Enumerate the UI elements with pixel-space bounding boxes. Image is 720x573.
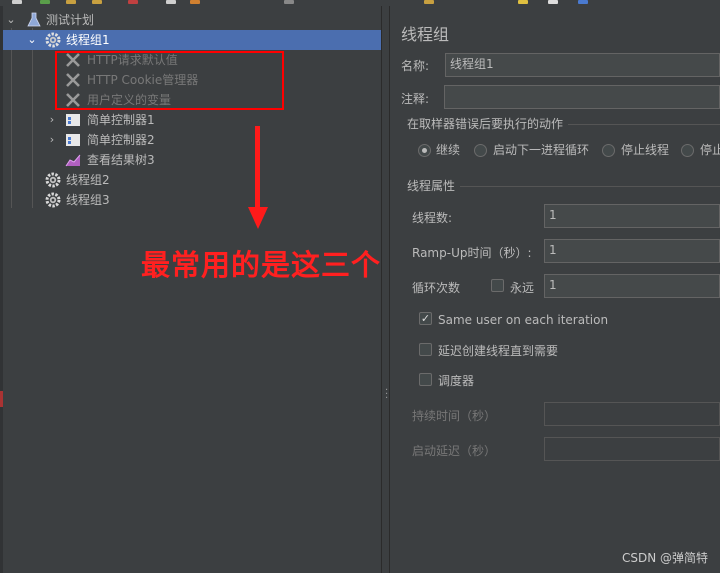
same-user-checkbox[interactable]: ✓ xyxy=(419,312,432,325)
flask-icon xyxy=(27,12,41,27)
controller-icon xyxy=(66,114,80,126)
loop-count-field[interactable]: 1 xyxy=(544,274,720,298)
section-divider xyxy=(568,124,720,125)
tree-node-label: 线程组3 xyxy=(66,193,110,207)
scheduler-checkbox[interactable] xyxy=(419,373,432,386)
chevron-down-icon[interactable]: ⌄ xyxy=(6,13,16,27)
tree-node-label: 简单控制器1 xyxy=(87,113,155,127)
name-label: 名称: xyxy=(401,59,430,73)
radio-start-next-loop[interactable] xyxy=(474,144,487,157)
tree-node-label: 线程组1 xyxy=(66,33,110,47)
name-field[interactable]: 线程组1 xyxy=(445,53,720,77)
comment-label: 注释: xyxy=(401,92,430,106)
duration-field[interactable] xyxy=(544,402,720,426)
chevron-right-icon[interactable]: › xyxy=(47,133,57,147)
radio-continue-label: 继续 xyxy=(436,143,461,157)
radio-stop-thread[interactable] xyxy=(602,144,615,157)
duration-label: 持续时间（秒） xyxy=(412,409,497,423)
toolbar-icon[interactable] xyxy=(128,0,138,4)
delay-create-checkbox[interactable] xyxy=(419,343,432,356)
toolbar-icon[interactable] xyxy=(578,0,588,4)
annotation-arrow-head xyxy=(248,207,268,229)
chevron-down-icon[interactable]: ⌄ xyxy=(27,33,37,47)
thread-group-panel: 线程组 名称: 线程组1 注释: 在取样器错误后要执行的动作 继续 启动下一进程… xyxy=(390,6,720,573)
delay-create-label: 延迟创建线程直到需要 xyxy=(438,344,559,358)
left-gutter xyxy=(0,6,3,573)
tree-node-view-results-tree[interactable]: 查看结果树3 xyxy=(0,150,381,170)
rampup-field[interactable]: 1 xyxy=(544,239,720,263)
thread-props-section-title: 线程属性 xyxy=(407,179,456,193)
tree-node-test-plan[interactable]: ⌄ 测试计划 xyxy=(0,10,381,30)
gutter-marker xyxy=(0,391,3,407)
toolbar-icon[interactable] xyxy=(92,0,102,4)
tree-node-simple-controller-1[interactable]: › 简单控制器1 xyxy=(0,110,381,130)
startup-delay-label: 启动延迟（秒） xyxy=(412,444,497,458)
rampup-label: Ramp-Up时间（秒）: xyxy=(412,246,532,260)
annotation-text: 最常用的是这三个 xyxy=(141,248,382,282)
annotation-arrow xyxy=(255,126,260,211)
section-divider xyxy=(460,186,720,187)
tree-node-label: 测试计划 xyxy=(46,13,95,27)
tree-node-thread-group-3[interactable]: 线程组3 xyxy=(0,190,381,210)
threads-field[interactable]: 1 xyxy=(544,204,720,228)
tree-node-simple-controller-2[interactable]: › 简单控制器2 xyxy=(0,130,381,150)
chart-icon xyxy=(65,154,81,167)
gear-icon xyxy=(45,192,61,208)
same-user-label: Same user on each iteration xyxy=(438,313,609,327)
toolbar-icon[interactable] xyxy=(166,0,176,4)
loop-count-label: 循环次数 xyxy=(412,281,461,295)
comment-field[interactable] xyxy=(444,85,720,109)
radio-stop-test[interactable] xyxy=(681,144,694,157)
tree-node-thread-group-2[interactable]: 线程组2 xyxy=(0,170,381,190)
gear-icon xyxy=(45,32,61,48)
gear-icon xyxy=(45,172,61,188)
tree-node-label: 线程组2 xyxy=(66,173,110,187)
forever-label: 永远 xyxy=(510,281,535,295)
threads-label: 线程数: xyxy=(412,211,453,225)
error-action-section-title: 在取样器错误后要执行的动作 xyxy=(407,117,564,131)
toolbar-icon[interactable] xyxy=(66,0,76,4)
toolbar-icon[interactable] xyxy=(40,0,50,4)
toolbar-icon[interactable] xyxy=(284,0,294,4)
panel-title: 线程组 xyxy=(401,25,450,44)
toolbar-icon[interactable] xyxy=(190,0,200,4)
pane-splitter[interactable]: · · · xyxy=(381,6,390,573)
scheduler-label: 调度器 xyxy=(438,374,475,388)
highlight-box xyxy=(55,51,284,110)
toolbar-icon[interactable] xyxy=(424,0,434,4)
forever-checkbox[interactable] xyxy=(491,279,504,292)
radio-start-next-loop-label: 启动下一进程循环 xyxy=(493,143,590,157)
startup-delay-field[interactable] xyxy=(544,437,720,461)
radio-stop-test-label: 停止 xyxy=(700,143,720,157)
tree-node-label: 查看结果树3 xyxy=(87,153,155,167)
toolbar-icon[interactable] xyxy=(548,0,558,4)
drag-handle-icon[interactable]: · · · xyxy=(385,386,388,404)
radio-stop-thread-label: 停止线程 xyxy=(621,143,670,157)
tree-node-label: 简单控制器2 xyxy=(87,133,155,147)
controller-icon xyxy=(66,134,80,146)
tree-node-thread-group-1[interactable]: ⌄ 线程组1 xyxy=(0,30,381,50)
watermark: CSDN @弹简特 xyxy=(621,551,708,565)
toolbar-icon[interactable] xyxy=(518,0,528,4)
radio-continue[interactable] xyxy=(418,144,431,157)
toolbar-icon[interactable] xyxy=(12,0,22,4)
chevron-right-icon[interactable]: › xyxy=(47,113,57,127)
